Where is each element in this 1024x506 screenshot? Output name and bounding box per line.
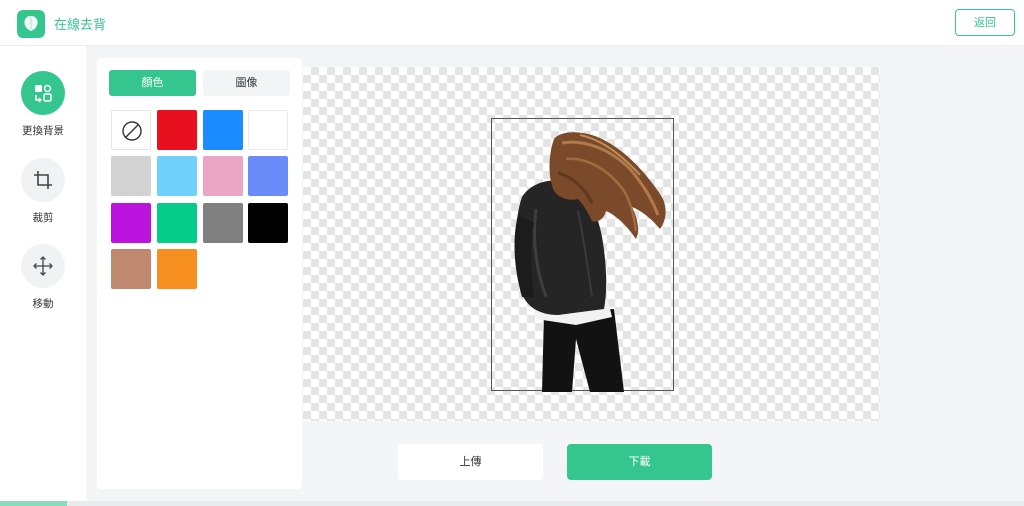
balloon-icon: [17, 10, 45, 38]
move-icon: [21, 244, 65, 288]
swatch-black[interactable]: [248, 203, 288, 243]
upload-button[interactable]: 上傳: [398, 444, 543, 480]
swatch-blue[interactable]: [203, 110, 243, 150]
background-panel: 顏色 圖像: [97, 58, 302, 489]
progress-fill: [0, 501, 67, 506]
progress-bar: [0, 501, 1024, 506]
swatch-pink[interactable]: [203, 156, 243, 196]
swatch-white[interactable]: [248, 110, 288, 150]
no-color-icon: [122, 121, 142, 141]
swatch-light-gray[interactable]: [111, 156, 151, 196]
tab-color[interactable]: 顏色: [109, 70, 196, 96]
cutout-person-image: [514, 132, 666, 392]
back-button[interactable]: 返回: [955, 9, 1015, 36]
tool-label: 移動: [32, 298, 54, 310]
tool-label: 更換背景: [22, 125, 64, 137]
download-button[interactable]: 下載: [567, 444, 712, 480]
swatch-none[interactable]: [111, 110, 151, 150]
tool-change-background[interactable]: 更換背景: [0, 71, 86, 138]
swatch-periwinkle[interactable]: [248, 156, 288, 196]
swatch-purple[interactable]: [111, 203, 151, 243]
swatch-sky-blue[interactable]: [157, 156, 197, 196]
editor-canvas[interactable]: [303, 67, 880, 421]
tool-rail: 更換背景 裁剪 移動: [0, 46, 86, 501]
swatch-orange[interactable]: [157, 249, 197, 289]
swatch-red[interactable]: [157, 110, 197, 150]
swatch-brown[interactable]: [111, 249, 151, 289]
change-background-icon: [21, 71, 65, 115]
app-title: 在線去背: [54, 18, 107, 33]
tab-image[interactable]: 圖像: [203, 70, 290, 96]
crop-icon: [21, 158, 65, 202]
image-bounding-box[interactable]: [491, 118, 674, 392]
swatch-gray[interactable]: [203, 203, 243, 243]
tool-move[interactable]: 移動: [0, 244, 86, 311]
tool-label: 裁剪: [32, 212, 54, 224]
top-bar: 在線去背 返回: [0, 0, 1024, 46]
tool-crop[interactable]: 裁剪: [0, 158, 86, 225]
swatch-green[interactable]: [157, 203, 197, 243]
